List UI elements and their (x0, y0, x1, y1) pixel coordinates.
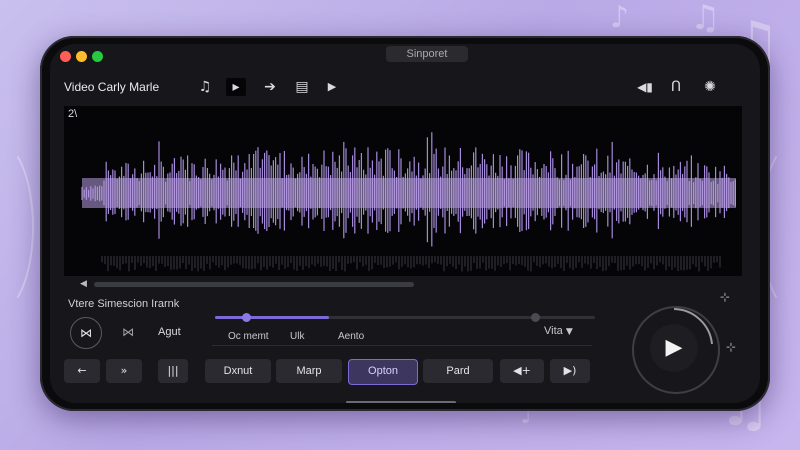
bowtie-small-icon[interactable]: ⋈ (122, 325, 134, 339)
pause-button[interactable]: ||| (158, 359, 188, 383)
vita-label: Vita (544, 325, 563, 337)
stack-icon[interactable]: ▤ (292, 78, 312, 96)
scroll-left-icon[interactable]: ◀ (80, 279, 87, 289)
maximize-window-button[interactable] (92, 51, 103, 62)
vita-dropdown[interactable]: Vita ▼ (544, 325, 573, 337)
stop-square-icon[interactable]: ▸ (226, 78, 246, 96)
sub-label-3: Aento (338, 331, 365, 342)
play-button[interactable]: ▶ (650, 324, 698, 372)
music-note-icon: ♪ (610, 0, 630, 35)
sound-ring-decoration (0, 140, 34, 314)
app-window: Sinporet Video Carly Marle ♫ ▸ ➔ ▤ ▶ ◀▮ … (50, 44, 760, 403)
chevron-down-icon: ▼ (565, 327, 573, 337)
device-frame: Sinporet Video Carly Marle ♫ ▸ ➔ ▤ ▶ ◀▮ … (40, 36, 770, 411)
arrow-right-icon[interactable]: ➔ (260, 78, 280, 96)
slider-sub-labels: Oc memt Ulk Aento (212, 331, 592, 346)
bowtie-button[interactable]: ⋈ (70, 317, 102, 349)
dxnut-button[interactable]: Dxnut (205, 359, 271, 383)
minimize-window-button[interactable] (76, 51, 87, 62)
sub-label-1: Oc memt (228, 331, 269, 342)
position-slider[interactable] (215, 313, 595, 322)
back-button[interactable]: ← (64, 359, 100, 383)
scroll-thumb[interactable] (94, 282, 414, 287)
play-icon: ▶ (665, 335, 683, 360)
agut-label: Agut (158, 326, 181, 338)
split-icon[interactable]: ⊹ (720, 290, 730, 304)
waveform-core (82, 178, 736, 208)
home-indicator (346, 401, 456, 403)
palette-icon[interactable]: ✺ (700, 78, 720, 96)
option-button[interactable]: Opton (348, 359, 418, 385)
play-small-icon[interactable]: ▶ (322, 78, 342, 96)
slider-fill (215, 316, 329, 319)
toolbar: Video Carly Marle ♫ ▸ ➔ ▤ ▶ ◀▮ ᑎ ✺ (50, 70, 760, 104)
volume-down-button[interactable]: ◀+ (500, 359, 544, 383)
split-icon[interactable]: ⊹ (726, 340, 736, 354)
pard-button[interactable]: Pard (423, 359, 493, 383)
forward-button[interactable]: » (106, 359, 142, 383)
section-label: Vtere Simescion Irarnk (68, 298, 180, 310)
window-title: Sinporet (386, 46, 468, 62)
slider-end-marker (531, 313, 540, 322)
slider-knob[interactable] (242, 313, 252, 322)
headphones-icon[interactable]: ᑎ (666, 78, 686, 96)
title-bar: Sinporet (50, 44, 760, 66)
waveform (81, 132, 737, 272)
speaker-icon[interactable]: ◀▮ (635, 78, 655, 96)
volume-up-button[interactable]: ▶) (550, 359, 590, 383)
music-note-icon[interactable]: ♫ (195, 78, 215, 96)
close-window-button[interactable] (60, 51, 71, 62)
waveform-display[interactable]: 2\ (64, 106, 742, 276)
sub-label-2: Ulk (290, 331, 305, 342)
marp-button[interactable]: Marp (276, 359, 342, 383)
app-title: Video Carly Marle (64, 80, 160, 94)
waveform-scrollbar[interactable]: ◀ (80, 279, 740, 289)
music-note-icon: ♫ (690, 0, 721, 38)
